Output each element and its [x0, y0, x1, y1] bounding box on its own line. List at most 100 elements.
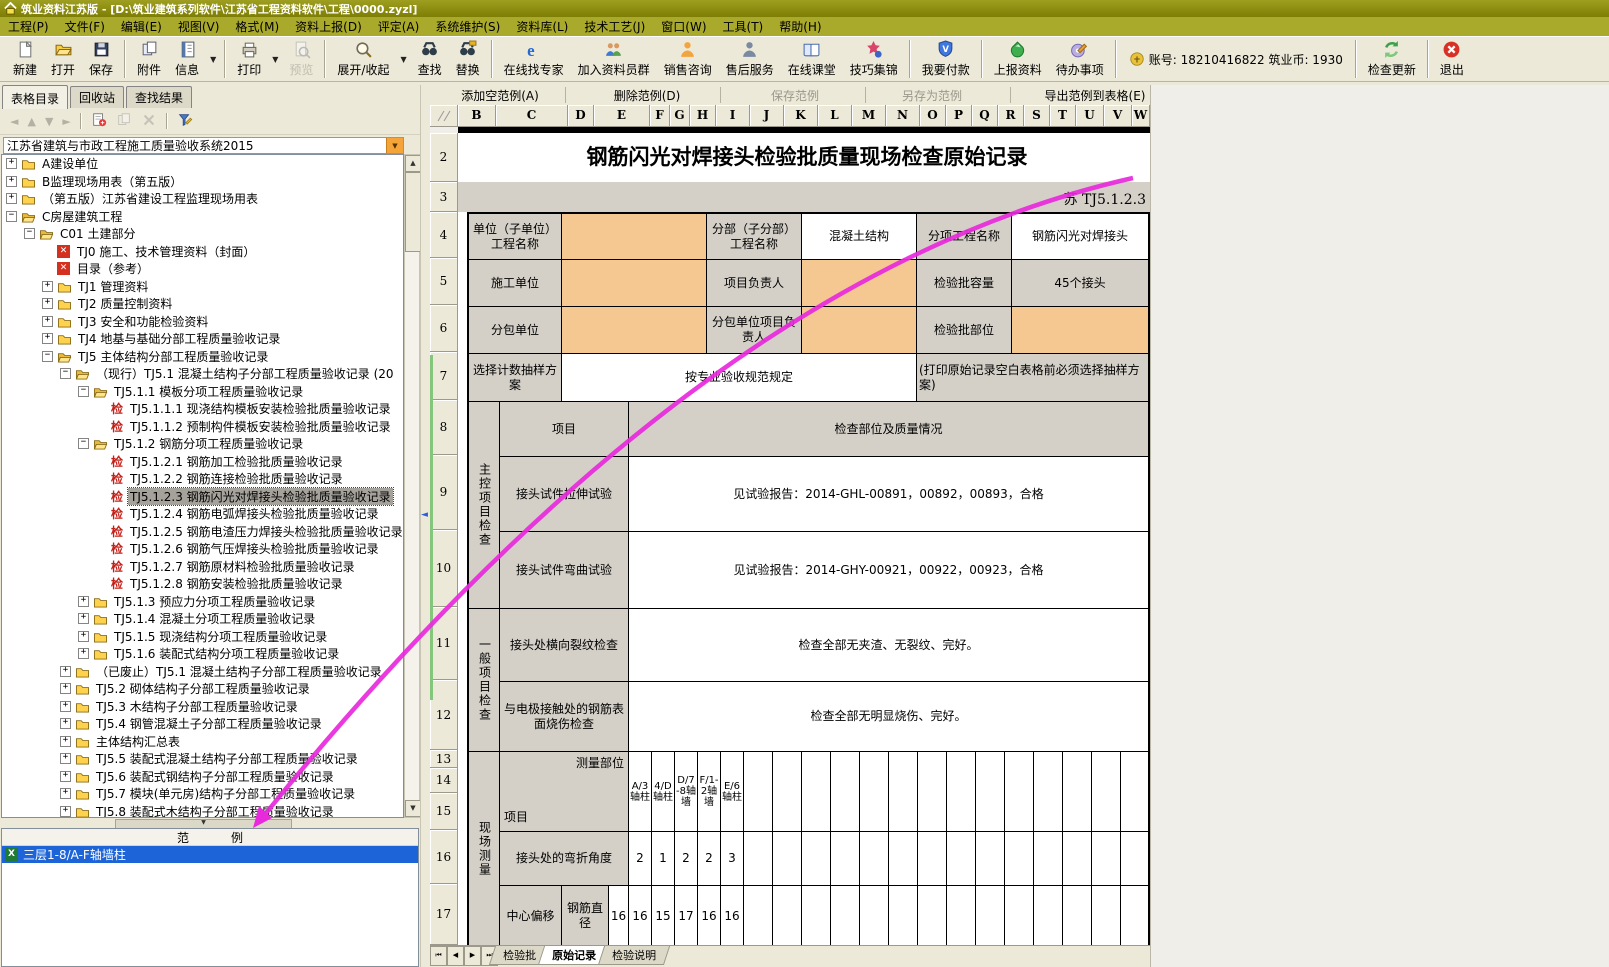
tree-node-label[interactable]: TJ5.1.2.1 钢筋加工检验批质量验收记录 [128, 453, 345, 470]
empty-measure-header-6[interactable] [918, 752, 947, 832]
empty-bend-cell-10[interactable] [1034, 832, 1063, 886]
row-header-4[interactable]: 4 [430, 212, 458, 258]
column-header-G[interactable]: G [670, 105, 690, 127]
tree-node-16[interactable]: − TJ5.1.2 钢筋分项工程质量验收记录 [2, 435, 403, 453]
subpart-name-value[interactable]: 混凝土结构 [802, 214, 917, 260]
menu-item-2[interactable]: 编辑(E) [113, 17, 170, 36]
dropdown-arrow-icon[interactable]: ▼ [268, 55, 282, 64]
tree-node-label[interactable]: C01 土建部分 [58, 225, 137, 242]
toolbar-button-expand[interactable]: 展开/收起 [330, 38, 396, 80]
tree-node-24[interactable]: 检TJ5.1.2.8 钢筋安装检验批质量验收记录 [2, 575, 403, 593]
subcontractor-field[interactable] [562, 307, 707, 354]
tree-node-label[interactable]: TJ1 管理资料 [76, 278, 150, 295]
column-header-S[interactable]: S [1024, 105, 1050, 127]
tree-node-10[interactable]: + TJ4 地基与基础分部工程质量验收记录 [2, 330, 403, 348]
expand-icon[interactable]: + [42, 281, 53, 292]
expand-icon[interactable]: + [78, 613, 89, 624]
row-header-7[interactable]: 7 [430, 352, 458, 400]
collapse-icon[interactable]: − [6, 211, 17, 222]
empty-bend-cell-2[interactable] [802, 832, 831, 886]
tree-node-label[interactable]: TJ3 安全和功能检验资料 [76, 313, 210, 330]
tree-node-25[interactable]: +TJ5.1.3 预应力分项工程质量验收记录 [2, 593, 403, 611]
tree-node-label[interactable]: TJ5.3 木结构子分部工程质量验收记录 [94, 698, 300, 715]
tree-node-label[interactable]: TJ5.1.2.6 钢筋气压焊接头检验批质量验收记录 [128, 540, 381, 557]
menu-item-3[interactable]: 视图(V) [170, 17, 228, 36]
column-header-D[interactable]: D [568, 105, 594, 127]
toolbar-button-group[interactable]: 加入资料员群 [571, 38, 657, 80]
empty-dia-cell-1[interactable] [773, 886, 802, 947]
menu-item-4[interactable]: 格式(M) [227, 17, 287, 36]
sampling-value[interactable]: 按专业验收规范规定 [562, 354, 917, 402]
sidebar-tab-0[interactable]: 表格目录 [2, 85, 68, 109]
tree-node-label[interactable]: A建设单位 [40, 155, 100, 172]
tree-node-label[interactable]: TJ5.1.2.2 钢筋连接检验批质量验收记录 [128, 470, 345, 487]
tree-scrollbar[interactable]: ▲ ▼ [404, 154, 420, 818]
tree-node-label[interactable]: TJ5.2 砌体结构子分部工程质量验收记录 [94, 680, 312, 697]
tree-node-2[interactable]: +（第五版）江苏省建设工程监理现场用表 [2, 190, 403, 208]
tree-node-label[interactable]: TJ5.1.2.3 钢筋闪光对焊接头检验批质量验收记录 [128, 488, 393, 505]
toolbar-button-e[interactable]: e在线找专家 [497, 38, 571, 80]
combobox-dropdown-icon[interactable]: ▼ [386, 138, 403, 153]
empty-bend-cell-3[interactable] [831, 832, 860, 886]
toolbar-button-save[interactable]: 保存 [82, 38, 120, 80]
collapse-icon[interactable]: − [78, 438, 89, 449]
collapse-arrow-icon[interactable]: ◄ [421, 510, 428, 520]
sheet-nav-icon-2[interactable]: ▶ [464, 946, 481, 966]
tree-node-label[interactable]: TJ5.1.1 模板分项工程质量验收记录 [112, 383, 305, 400]
tree-node-19[interactable]: 检TJ5.1.2.3 钢筋闪光对焊接头检验批质量验收记录 [2, 488, 403, 506]
empty-bend-cell-5[interactable] [889, 832, 918, 886]
row-header-11[interactable]: 11 [430, 607, 458, 680]
empty-dia-cell-5[interactable] [889, 886, 918, 947]
tree-node-label[interactable]: TJ5.1.2 钢筋分项工程质量验收记录 [112, 435, 305, 452]
expand-icon[interactable]: + [60, 753, 71, 764]
tree-node-label[interactable]: TJ4 地基与基础分部工程质量验收记录 [76, 330, 282, 347]
toolbar-button-replace[interactable]: 替换 [449, 38, 487, 80]
expand-icon[interactable]: + [60, 718, 71, 729]
tree-node-13[interactable]: −TJ5.1.1 模板分项工程质量验收记录 [2, 383, 403, 401]
tree-node-37[interactable]: +TJ5.8 装配式木结构子分部工程质量验收记录 [2, 803, 403, 819]
tree-node-0[interactable]: +A建设单位 [2, 155, 403, 173]
tree-node-label[interactable]: （现行）TJ5.1 混凝土结构子分部工程质量验收记录 (20 [94, 365, 396, 382]
menu-item-5[interactable]: 资料上报(D) [287, 17, 370, 36]
menu-item-6[interactable]: 评定(A) [370, 17, 428, 36]
tree-node-35[interactable]: +TJ5.6 装配式钢结构子分部工程质量验收记录 [2, 768, 403, 786]
menu-item-11[interactable]: 工具(T) [715, 17, 772, 36]
tree-node-label[interactable]: TJ5.1.2.5 钢筋电渣压力焊接头检验批质量验收记录 [128, 523, 404, 540]
empty-measure-header-1[interactable] [773, 752, 802, 832]
tree-node-1[interactable]: +B监理现场用表（第五版） [2, 173, 403, 191]
tree-node-28[interactable]: +TJ5.1.6 装配式结构分项工程质量验收记录 [2, 645, 403, 663]
example-toolbar-button-4[interactable]: 导出范例到表格(E) [1045, 87, 1146, 104]
tree-node-label[interactable]: TJ5.7 模块(单元房)结构子分部工程质量验收记录 [94, 785, 357, 802]
tree-node-20[interactable]: 检TJ5.1.2.4 钢筋电弧焊接头检验批质量验收记录 [2, 505, 403, 523]
example-toolbar-button-1[interactable]: 删除范例(D) [614, 87, 681, 104]
burn-check-value[interactable]: 检查全部无明显烧伤、完好。 [629, 682, 1149, 752]
toolbar-button-info[interactable]: 信息 [168, 38, 206, 80]
expand-icon[interactable]: + [60, 736, 71, 747]
rebar-dia-lead-value[interactable]: 16 [609, 886, 629, 947]
empty-dia-cell-8[interactable] [976, 886, 1005, 947]
toolbar-button-class[interactable]: 在线课堂 [781, 38, 843, 80]
tree-node-11[interactable]: −TJ5 主体结构分部工程质量验收记录 [2, 348, 403, 366]
sheet-corner-cell[interactable] [430, 105, 458, 127]
expand-icon[interactable]: + [42, 333, 53, 344]
tree-node-6[interactable]: ✕目录（参考） [2, 260, 403, 278]
tree-node-label[interactable]: TJ5.4 钢管混凝土子分部工程质量验收记录 [94, 715, 324, 732]
tree-node-label[interactable]: C房屋建筑工程 [40, 208, 124, 225]
tree-node-36[interactable]: +TJ5.7 模块(单元房)结构子分部工程质量验收记录 [2, 785, 403, 803]
expand-icon[interactable]: + [78, 648, 89, 659]
expand-icon[interactable]: + [60, 771, 71, 782]
tree-node-8[interactable]: +TJ2 质量控制资料 [2, 295, 403, 313]
menu-item-12[interactable]: 帮助(H) [771, 17, 829, 36]
crack-check-value[interactable]: 检查全部无夹渣、无裂纹、完好。 [629, 609, 1149, 682]
toolbar-button-print[interactable]: 打印 [230, 38, 268, 80]
empty-measure-header-0[interactable] [744, 752, 773, 832]
menu-item-0[interactable]: 工程(P) [0, 17, 57, 36]
collapse-icon[interactable]: − [24, 228, 35, 239]
row-header-13[interactable]: 13 [430, 750, 458, 768]
add-note-icon[interactable] [91, 112, 107, 131]
column-header-H[interactable]: H [690, 105, 716, 127]
tree-node-label[interactable]: TJ5.8 装配式木结构子分部工程质量验收记录 [94, 803, 336, 818]
tree-node-label[interactable]: TJ5.1.3 预应力分项工程质量验收记录 [112, 593, 317, 610]
tree-node-label[interactable]: TJ5.5 装配式混凝土结构子分部工程质量验收记录 [94, 750, 360, 767]
expand-icon[interactable]: + [60, 683, 71, 694]
